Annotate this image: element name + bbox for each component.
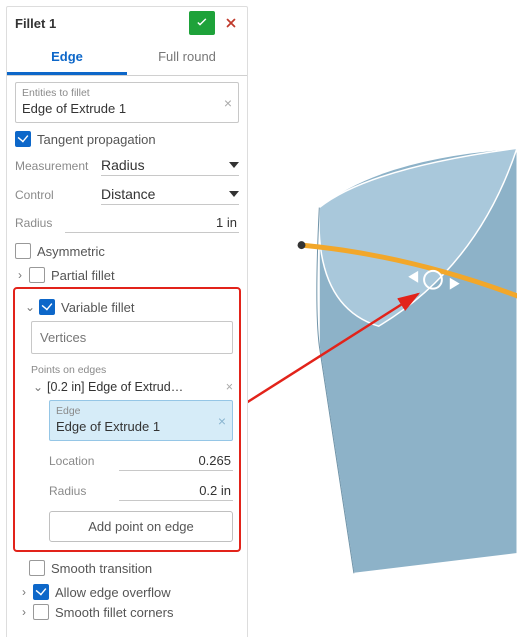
remove-point-icon[interactable]: × — [226, 380, 233, 394]
asymmetric-label: Asymmetric — [37, 244, 105, 259]
screenshot: Fillet 1 Edge Full round Entities to fil… — [0, 0, 517, 637]
point-item-label: [0.2 in] Edge of Extrud… — [47, 380, 226, 394]
tab-edge[interactable]: Edge — [7, 41, 127, 75]
points-on-edges-label: Points on edges — [31, 364, 233, 376]
tangent-label: Tangent propagation — [37, 132, 156, 147]
allow-overflow-checkbox[interactable] — [33, 584, 49, 600]
measurement-label: Measurement — [15, 159, 101, 173]
chevron-right-icon[interactable]: › — [13, 268, 27, 282]
smooth-corners-row[interactable]: › Smooth fillet corners — [15, 604, 239, 620]
chevron-down-icon — [229, 162, 239, 168]
variable-fillet-row[interactable]: ⌄ Variable fillet — [21, 299, 233, 315]
partial-label: Partial fillet — [51, 268, 115, 283]
fillet-tabs: Edge Full round — [7, 41, 247, 76]
allow-overflow-label: Allow edge overflow — [55, 585, 171, 600]
variable-radius-input[interactable]: 0.2 in — [119, 481, 233, 501]
chevron-down-icon[interactable]: ⌄ — [31, 380, 45, 394]
control-label: Control — [15, 188, 101, 202]
asymmetric-checkbox[interactable] — [15, 243, 31, 259]
confirm-button[interactable] — [189, 11, 215, 35]
chevron-right-icon[interactable]: › — [17, 605, 31, 619]
viewport-3d[interactable] — [260, 0, 517, 637]
panel-title: Fillet 1 — [15, 16, 189, 31]
smooth-transition-row[interactable]: Smooth transition — [29, 560, 239, 576]
radius-label: Radius — [15, 216, 65, 230]
chevron-down-icon[interactable]: ⌄ — [23, 300, 37, 314]
variable-radius-label: Radius — [49, 484, 119, 498]
edge-subfield-value: Edge of Extrude 1 — [56, 419, 226, 434]
allow-overflow-row[interactable]: › Allow edge overflow — [15, 584, 239, 600]
chevron-right-icon[interactable]: › — [17, 585, 31, 599]
radius-input[interactable]: 1 in — [65, 213, 239, 233]
close-icon — [224, 16, 238, 30]
clear-entities-icon[interactable]: × — [224, 95, 232, 111]
fillet-panel: Fillet 1 Edge Full round Entities to fil… — [6, 6, 248, 637]
variable-label: Variable fillet — [61, 300, 134, 315]
tangent-checkbox[interactable] — [15, 131, 31, 147]
measurement-select[interactable]: Radius — [101, 155, 239, 176]
smooth-transition-checkbox[interactable] — [29, 560, 45, 576]
measurement-value: Radius — [101, 157, 145, 173]
cancel-button[interactable] — [221, 13, 241, 33]
clear-edge-icon[interactable]: × — [218, 413, 226, 429]
smooth-transition-label: Smooth transition — [51, 561, 152, 576]
variable-fillet-highlight: ⌄ Variable fillet Vertices Points on edg… — [13, 287, 241, 552]
location-label: Location — [49, 454, 119, 468]
vertices-field[interactable]: Vertices — [31, 321, 233, 354]
check-icon — [194, 15, 210, 31]
entities-label: Entities to fillet — [22, 87, 232, 99]
partial-checkbox[interactable] — [29, 267, 45, 283]
smooth-corners-label: Smooth fillet corners — [55, 605, 174, 620]
point-item[interactable]: ⌄ [0.2 in] Edge of Extrud… × — [31, 380, 233, 394]
control-select[interactable]: Distance — [101, 184, 239, 205]
edge-field[interactable]: Edge Edge of Extrude 1 × — [49, 400, 233, 441]
smooth-corners-checkbox[interactable] — [33, 604, 49, 620]
variable-checkbox[interactable] — [39, 299, 55, 315]
control-value: Distance — [101, 186, 155, 202]
tangent-propagation-row[interactable]: Tangent propagation — [15, 131, 239, 147]
asymmetric-row[interactable]: Asymmetric — [15, 243, 239, 259]
edge-subfield-label: Edge — [56, 405, 226, 417]
chevron-down-icon — [229, 191, 239, 197]
partial-fillet-row[interactable]: › Partial fillet — [11, 267, 239, 283]
entities-field[interactable]: Entities to fillet Edge of Extrude 1 × — [15, 82, 239, 123]
tab-full-round[interactable]: Full round — [127, 41, 247, 75]
location-input[interactable]: 0.265 — [119, 451, 233, 471]
add-point-button[interactable]: Add point on edge — [49, 511, 233, 542]
entities-value: Edge of Extrude 1 — [22, 101, 232, 116]
